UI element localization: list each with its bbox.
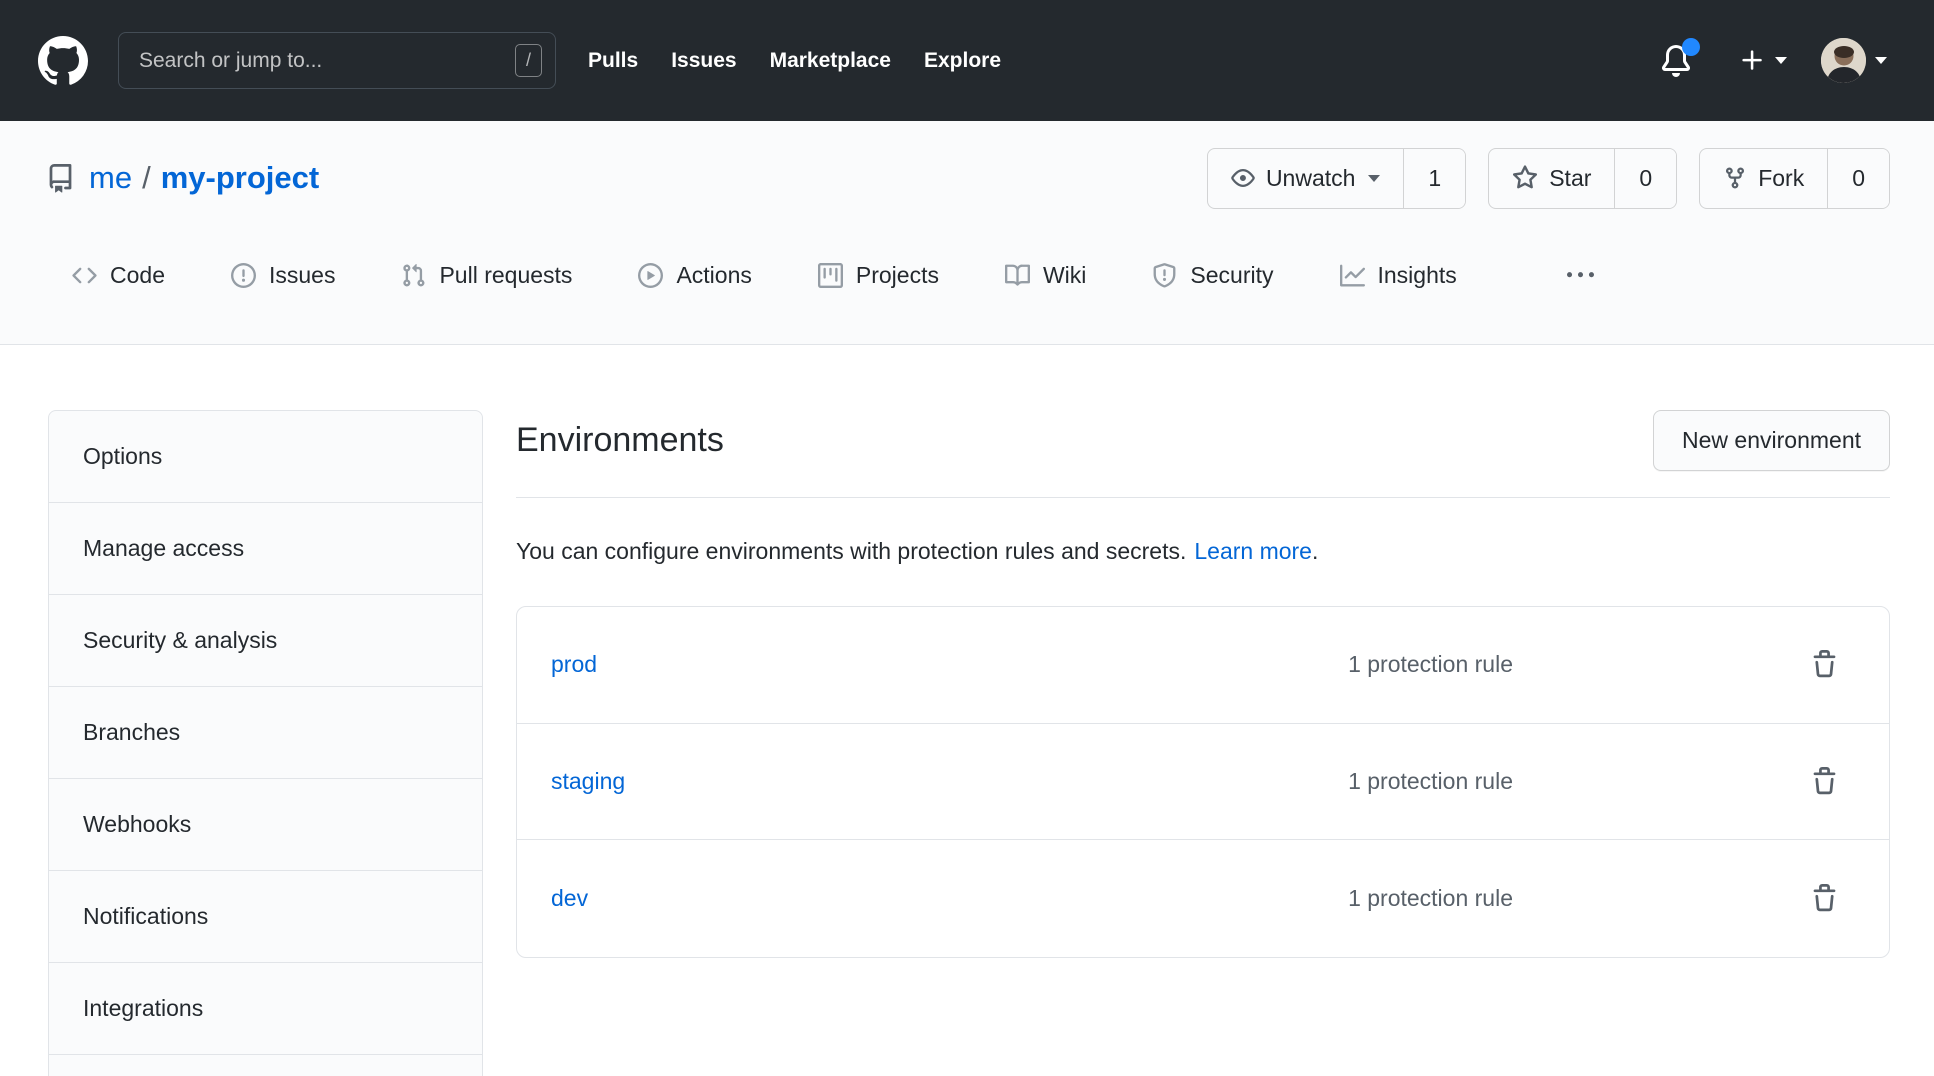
sidebar-item-manage-access[interactable]: Manage access <box>49 503 482 595</box>
avatar <box>1821 38 1866 83</box>
tab-pull-requests[interactable]: Pull requests <box>387 262 586 289</box>
tab-insights[interactable]: Insights <box>1326 262 1471 289</box>
sidebar-item-webhooks[interactable]: Webhooks <box>49 779 482 871</box>
sidebar-item-integrations[interactable]: Integrations <box>49 963 482 1055</box>
environment-row: dev 1 protection rule <box>517 840 1889 957</box>
repo-icon <box>46 164 75 193</box>
eye-icon <box>1231 166 1255 190</box>
chevron-down-icon <box>1775 57 1787 64</box>
delete-environment-button[interactable] <box>1809 650 1839 680</box>
tab-code[interactable]: Code <box>58 262 179 289</box>
shield-icon <box>1152 263 1177 288</box>
breadcrumb-separator: / <box>142 160 151 196</box>
trash-icon <box>1810 650 1839 679</box>
environments-panel: Environments New environment You can con… <box>516 410 1890 958</box>
breadcrumb-repo-link[interactable]: my-project <box>161 160 319 196</box>
tabs-overflow-kebab-icon[interactable] <box>1567 262 1594 289</box>
nav-marketplace[interactable]: Marketplace <box>770 49 891 73</box>
user-menu[interactable] <box>1821 38 1887 83</box>
tab-actions[interactable]: Actions <box>624 262 765 289</box>
fork-button-group: Fork 0 <box>1699 148 1890 209</box>
environment-link-dev[interactable]: dev <box>551 885 1348 912</box>
tab-projects[interactable]: Projects <box>804 262 953 289</box>
project-icon <box>818 263 843 288</box>
sidebar-item-security-analysis[interactable]: Security & analysis <box>49 595 482 687</box>
plus-icon <box>1739 47 1766 74</box>
search-input[interactable]: Search or jump to... / <box>118 32 556 89</box>
fork-button[interactable]: Fork <box>1700 149 1827 208</box>
header-nav: Pulls Issues Marketplace Explore <box>588 49 1001 73</box>
star-button[interactable]: Star <box>1489 149 1614 208</box>
github-logo-icon[interactable] <box>38 36 88 86</box>
chevron-down-icon <box>1368 175 1380 182</box>
create-new-menu[interactable] <box>1739 47 1787 74</box>
page-title: Environments <box>516 421 724 460</box>
protection-rule-count: 1 protection rule <box>1348 885 1513 912</box>
sidebar-item-notifications[interactable]: Notifications <box>49 871 482 963</box>
star-icon <box>1512 165 1538 191</box>
protection-rule-count: 1 protection rule <box>1348 651 1513 678</box>
repo-header: me / my-project Unwatch 1 <box>0 121 1934 345</box>
protection-rule-count: 1 protection rule <box>1348 768 1513 795</box>
play-icon <box>638 263 663 288</box>
nav-pulls[interactable]: Pulls <box>588 49 638 73</box>
global-header: Search or jump to... / Pulls Issues Mark… <box>0 0 1934 121</box>
star-label: Star <box>1549 165 1591 192</box>
sidebar-item-partial[interactable] <box>49 1055 482 1076</box>
title-row: Environments New environment <box>516 410 1890 471</box>
fork-count[interactable]: 0 <box>1827 149 1889 208</box>
environments-description: You can configure environments with prot… <box>516 537 1890 565</box>
star-button-group: Star 0 <box>1488 148 1677 209</box>
star-count[interactable]: 0 <box>1614 149 1676 208</box>
breadcrumb: me / my-project <box>46 160 319 196</box>
trash-icon <box>1810 767 1839 796</box>
delete-environment-button[interactable] <box>1809 884 1839 914</box>
unread-notification-dot <box>1682 38 1700 56</box>
environments-list: prod 1 protection rule staging 1 protect… <box>516 606 1890 958</box>
breadcrumb-owner-link[interactable]: me <box>89 160 132 196</box>
environment-link-prod[interactable]: prod <box>551 651 1348 678</box>
new-environment-button[interactable]: New environment <box>1653 410 1890 471</box>
repo-title-row: me / my-project Unwatch 1 <box>46 148 1890 208</box>
book-icon <box>1005 263 1030 288</box>
chevron-down-icon <box>1875 57 1887 64</box>
sidebar-item-branches[interactable]: Branches <box>49 687 482 779</box>
code-icon <box>72 263 97 288</box>
environment-row: staging 1 protection rule <box>517 724 1889 841</box>
learn-more-link[interactable]: Learn more <box>1194 538 1312 564</box>
watch-button-group: Unwatch 1 <box>1207 148 1466 209</box>
nav-explore[interactable]: Explore <box>924 49 1001 73</box>
repo-actions: Unwatch 1 Star 0 <box>1207 148 1890 209</box>
tab-security[interactable]: Security <box>1138 262 1287 289</box>
tab-wiki[interactable]: Wiki <box>991 262 1100 289</box>
title-divider <box>516 497 1890 498</box>
nav-issues[interactable]: Issues <box>671 49 736 73</box>
fork-label: Fork <box>1758 165 1804 192</box>
git-pull-request-icon <box>401 263 426 288</box>
watch-count[interactable]: 1 <box>1403 149 1465 208</box>
sidebar-item-options[interactable]: Options <box>49 411 482 503</box>
settings-content: Options Manage access Security & analysi… <box>0 345 1934 1076</box>
environment-row: prod 1 protection rule <box>517 607 1889 724</box>
header-right-cluster <box>1660 38 1887 83</box>
graph-icon <box>1340 263 1365 288</box>
tab-issues[interactable]: Issues <box>217 262 349 289</box>
search-placeholder: Search or jump to... <box>139 49 515 73</box>
unwatch-button[interactable]: Unwatch <box>1208 149 1403 208</box>
unwatch-label: Unwatch <box>1266 165 1355 192</box>
delete-environment-button[interactable] <box>1809 767 1839 797</box>
search-shortcut-key: / <box>515 44 542 77</box>
notifications-bell-icon[interactable] <box>1660 45 1692 77</box>
fork-icon <box>1723 166 1747 190</box>
issue-opened-icon <box>231 263 256 288</box>
trash-icon <box>1810 884 1839 913</box>
environment-link-staging[interactable]: staging <box>551 768 1348 795</box>
repo-tabs: Code Issues Pull requests Actions Projec… <box>58 262 1890 289</box>
settings-sidebar: Options Manage access Security & analysi… <box>48 410 483 1076</box>
